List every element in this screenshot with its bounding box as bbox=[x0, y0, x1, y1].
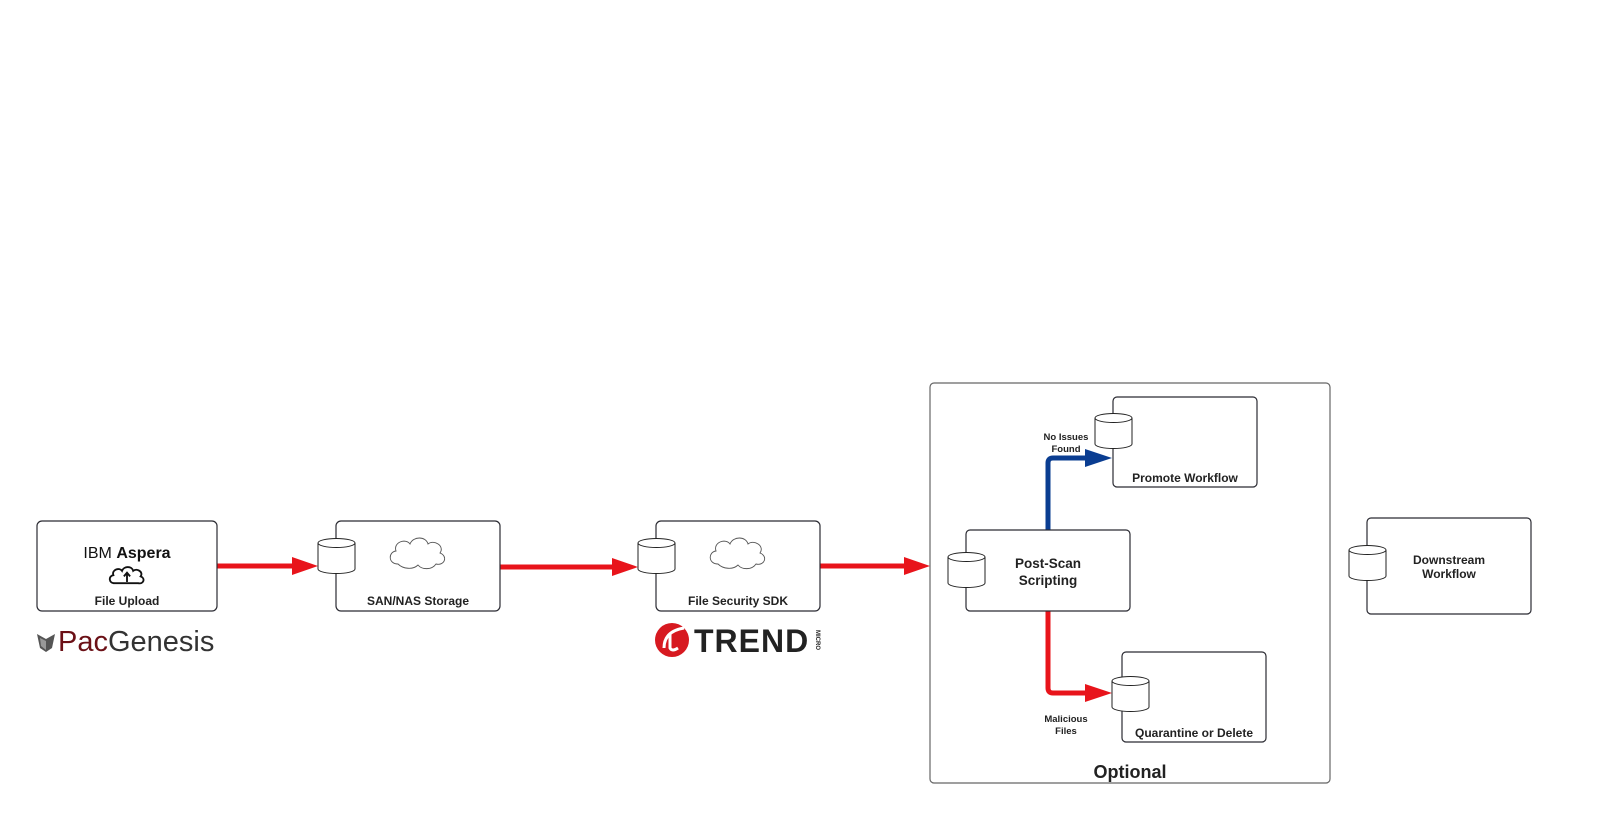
database-icon bbox=[637, 538, 676, 574]
downstream-label-1: Downstream bbox=[1413, 553, 1485, 567]
node-downstream-workflow: Downstream Workflow bbox=[1348, 517, 1532, 615]
database-icon bbox=[1348, 545, 1387, 581]
database-icon bbox=[1111, 676, 1150, 712]
flow-arrow bbox=[820, 557, 930, 575]
database-icon bbox=[947, 552, 986, 588]
file-upload-label: File Upload bbox=[95, 594, 160, 608]
database-icon bbox=[1094, 413, 1133, 449]
database-icon bbox=[317, 538, 356, 574]
flow-arrow bbox=[217, 557, 318, 575]
micro-logo-text: MICRO bbox=[814, 630, 820, 650]
node-promote-workflow: Promote Workflow bbox=[1094, 396, 1258, 488]
svg-text:PacGenesis: PacGenesis bbox=[58, 626, 214, 658]
clean-edge-label-2: Found bbox=[1051, 444, 1080, 455]
pacgenesis-logo: PacGenesis bbox=[37, 626, 214, 658]
node-san-nas-storage: SAN/NAS Storage bbox=[317, 520, 501, 612]
aspera-label: Aspera bbox=[116, 545, 170, 562]
cloud-icon bbox=[389, 537, 446, 570]
node-file-upload: IBM Aspera File Upload bbox=[36, 520, 218, 612]
malicious-edge-label-2: Files bbox=[1055, 726, 1077, 737]
trend-micro-logo: TREND MICRO bbox=[655, 623, 820, 659]
malicious-edge-label-1: Malicious bbox=[1044, 714, 1087, 725]
architecture-diagram: Optional IBM Aspera File Upload SAN/NAS … bbox=[36, 382, 1532, 784]
clean-edge-label-1: No Issues bbox=[1044, 432, 1089, 443]
pacgenesis-logo-text-b: Genesis bbox=[108, 626, 214, 658]
ibm-label: IBM bbox=[83, 545, 111, 562]
sdk-label: File Security SDK bbox=[688, 594, 788, 608]
node-post-scan-scripting: Post-Scan Scripting bbox=[947, 529, 1131, 612]
svg-text:IBM Aspera: IBM Aspera bbox=[83, 545, 170, 562]
pacgenesis-logo-text-a: Pac bbox=[58, 626, 108, 658]
storage-label: SAN/NAS Storage bbox=[367, 594, 469, 608]
node-file-security-sdk: File Security SDK bbox=[637, 520, 821, 612]
node-quarantine-or-delete: Quarantine or Delete bbox=[1111, 651, 1267, 743]
postscan-label-2: Scripting bbox=[1019, 573, 1078, 588]
quarantine-label: Quarantine or Delete bbox=[1135, 726, 1253, 740]
cloud-upload-icon bbox=[108, 566, 145, 585]
downstream-label-2: Workflow bbox=[1422, 567, 1476, 581]
promote-label: Promote Workflow bbox=[1132, 471, 1238, 485]
optional-group-label: Optional bbox=[1094, 762, 1167, 782]
flow-arrow bbox=[500, 558, 638, 576]
cloud-icon bbox=[709, 537, 766, 570]
trend-logo-text: TREND bbox=[694, 623, 809, 659]
postscan-label-1: Post-Scan bbox=[1015, 556, 1081, 571]
